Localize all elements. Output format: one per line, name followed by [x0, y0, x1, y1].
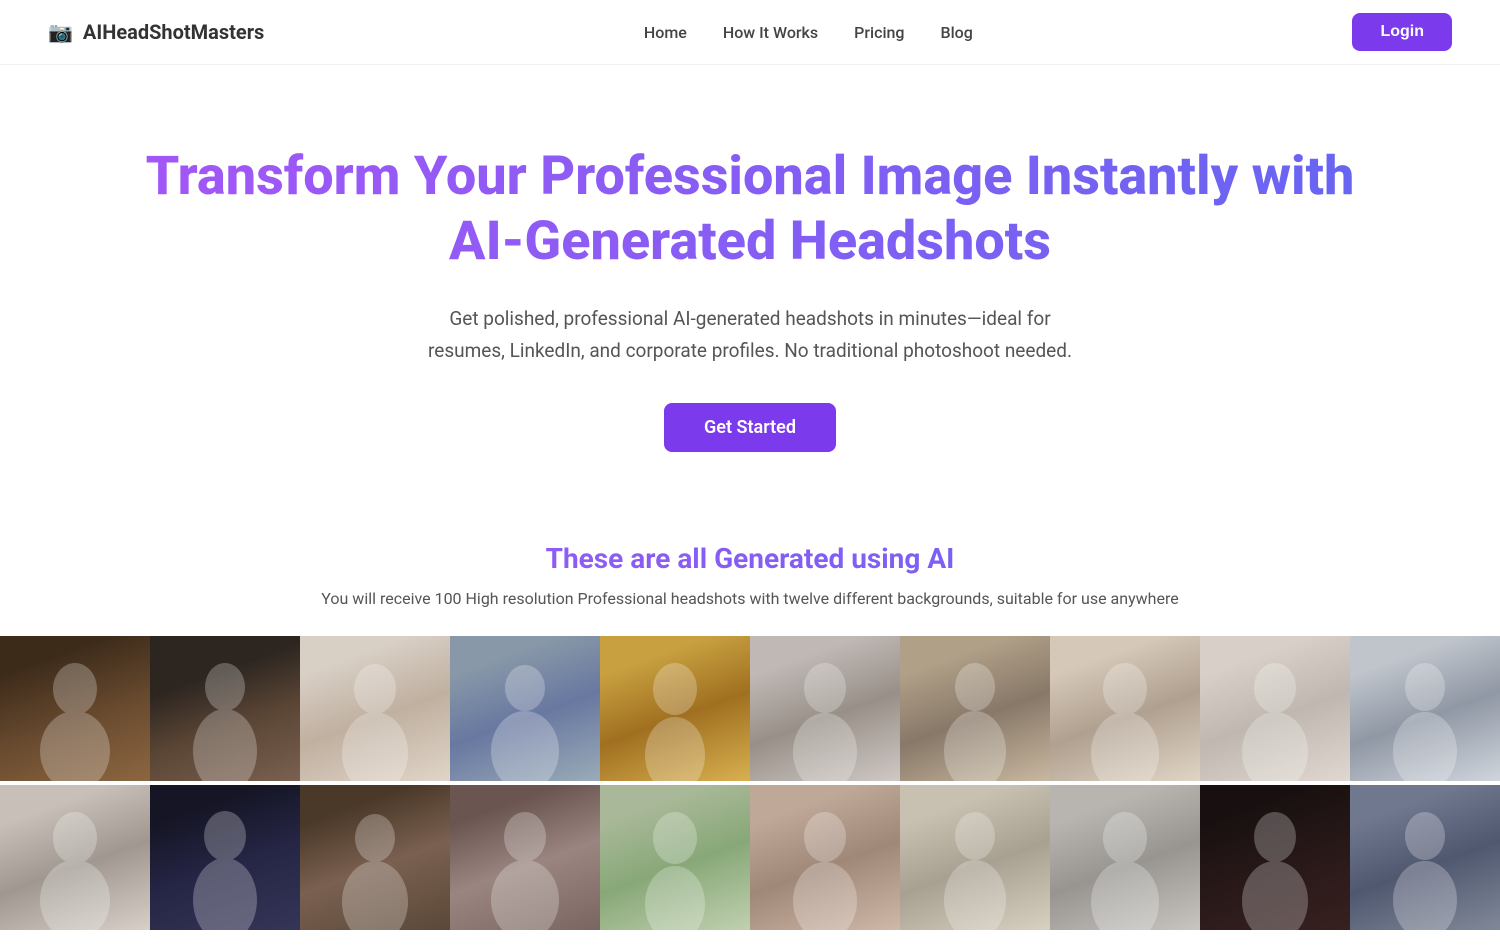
brand-name: AIHeadShotMasters: [83, 20, 264, 44]
photo-item-15: [600, 785, 750, 930]
photo-row-2: [0, 785, 1500, 930]
nav-link-home[interactable]: Home: [644, 23, 687, 42]
nav-link-pricing[interactable]: Pricing: [854, 23, 904, 42]
get-started-button[interactable]: Get Started: [664, 403, 836, 452]
photo-item-2: [150, 636, 300, 781]
photo-item-5: [600, 636, 750, 781]
nav-item-how-it-works[interactable]: How It Works: [723, 23, 818, 42]
hero-subtitle: Get polished, professional AI-generated …: [420, 303, 1080, 368]
photo-item-10: [1350, 636, 1500, 781]
photo-item-9: [1200, 636, 1350, 781]
photo-item-11: [0, 785, 150, 930]
photo-item-8: [1050, 636, 1200, 781]
hero-title-line1: Transform Your Professional Image Instan…: [146, 145, 1355, 208]
photo-item-19: [1200, 785, 1350, 930]
photo-item-6: [750, 636, 900, 781]
nav-item-home[interactable]: Home: [644, 23, 687, 42]
gallery-section: These are all Generated using AI You wil…: [0, 492, 1500, 950]
brand-logo[interactable]: 📷 AIHeadShotMasters: [48, 20, 264, 44]
photo-item-18: [1050, 785, 1200, 930]
photo-item-16: [750, 785, 900, 930]
navbar: 📷 AIHeadShotMasters Home How It Works Pr…: [0, 0, 1500, 65]
photo-item-1: [0, 636, 150, 781]
photo-row-1: [0, 636, 1500, 781]
photo-item-13: [300, 785, 450, 930]
photo-item-12: [150, 785, 300, 930]
photo-item-17: [900, 785, 1050, 930]
nav-links: Home How It Works Pricing Blog: [644, 23, 973, 42]
photo-item-3: [300, 636, 450, 781]
nav-link-blog[interactable]: Blog: [941, 23, 973, 42]
camera-icon: 📷: [48, 20, 73, 44]
nav-item-blog[interactable]: Blog: [941, 23, 973, 42]
login-button[interactable]: Login: [1352, 13, 1452, 51]
hero-title: Transform Your Professional Image Instan…: [40, 145, 1460, 275]
photo-item-20: [1350, 785, 1500, 930]
photo-grid: [0, 636, 1500, 930]
gallery-title: These are all Generated using AI: [0, 542, 1500, 575]
nav-item-pricing[interactable]: Pricing: [854, 23, 904, 42]
photo-item-4: [450, 636, 600, 781]
hero-section: Transform Your Professional Image Instan…: [0, 65, 1500, 492]
photo-item-14: [450, 785, 600, 930]
photo-item-7: [900, 636, 1050, 781]
nav-link-how-it-works[interactable]: How It Works: [723, 23, 818, 42]
hero-title-line2: AI-Generated Headshots: [449, 210, 1051, 273]
gallery-subtitle: You will receive 100 High resolution Pro…: [0, 589, 1500, 608]
